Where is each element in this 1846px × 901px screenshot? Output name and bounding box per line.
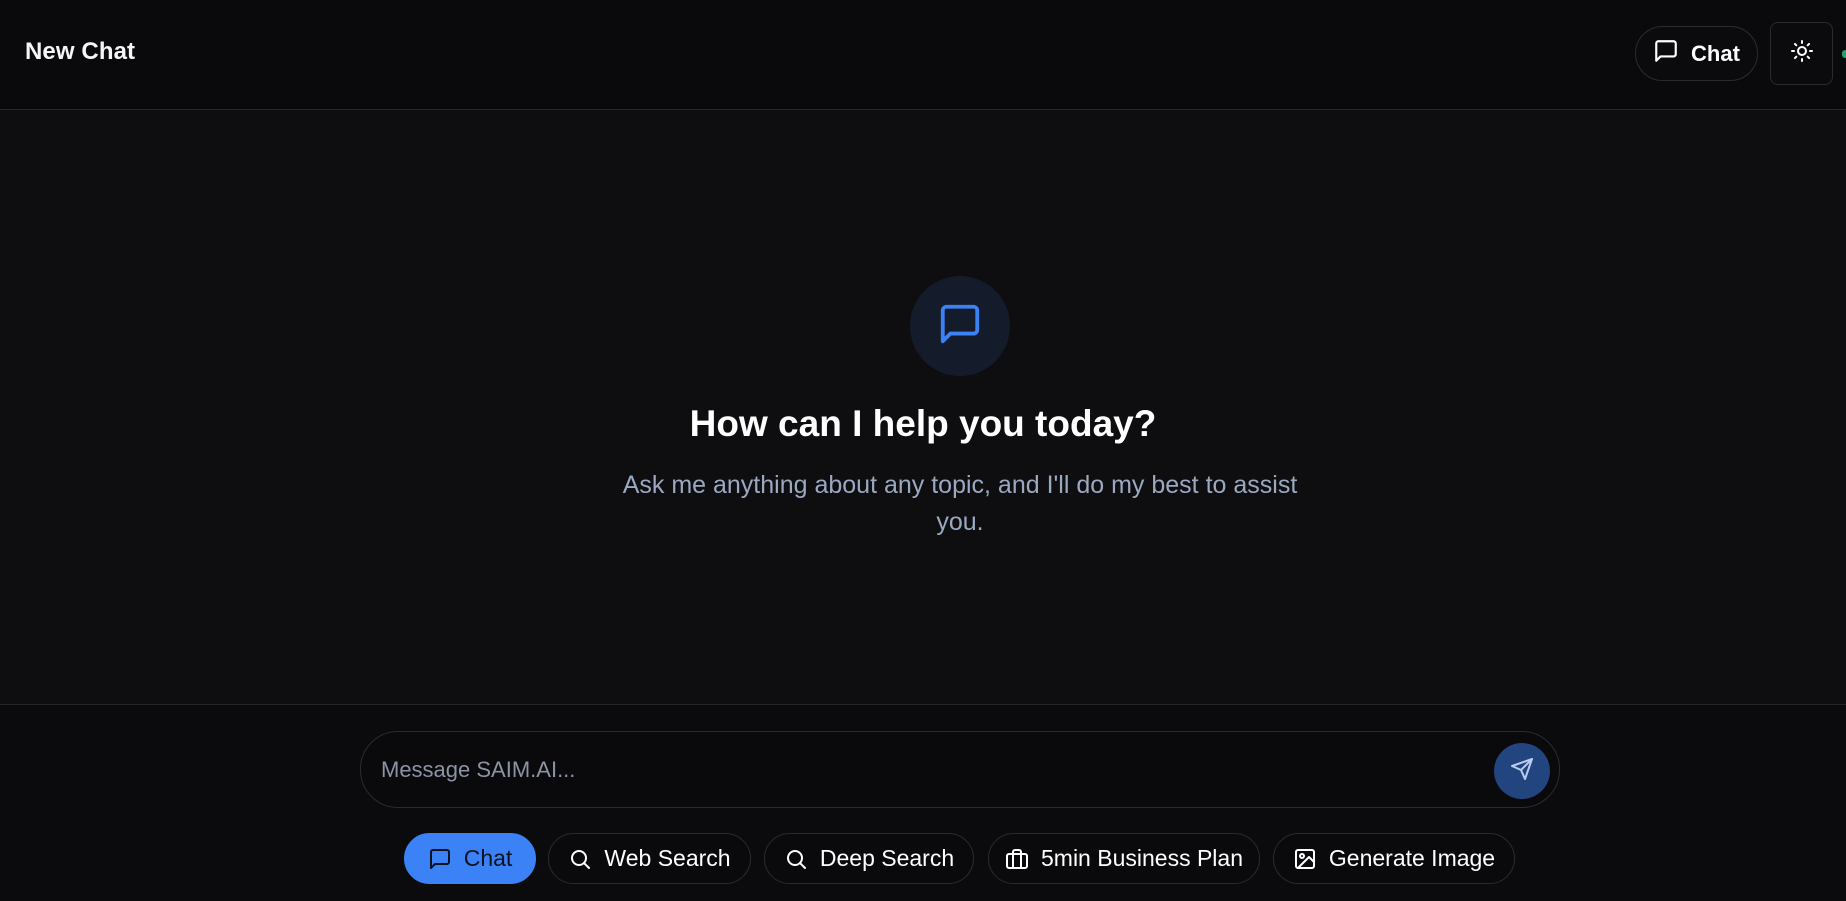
image-icon [1293, 847, 1317, 871]
mode-chip-label: Chat [463, 845, 513, 871]
send-button[interactable] [1494, 743, 1550, 799]
top-header: New Chat Chat [0, 0, 1846, 110]
chat-empty-state: How can I help you today? Ask me anythin… [0, 111, 1846, 704]
message-square-icon [1653, 38, 1679, 69]
chat-mode-label: Chat [1691, 40, 1740, 66]
mode-chip-label: Deep Search [819, 845, 955, 871]
mode-chip-label: Web Search [604, 845, 731, 871]
mode-chip-label: 5min Business Plan [1041, 845, 1243, 871]
mode-chip-business-plan[interactable]: 5min Business Plan [988, 833, 1260, 884]
search-icon [784, 847, 808, 871]
welcome-heading: How can I help you today? [689, 403, 1157, 444]
message-square-icon [937, 301, 983, 352]
mode-chip-web-search[interactable]: Web Search [548, 833, 751, 884]
sun-icon [1790, 39, 1814, 68]
hero-icon-badge [910, 276, 1010, 376]
mode-chip-generate-image[interactable]: Generate Image [1273, 833, 1515, 884]
message-input-container [360, 731, 1560, 808]
message-input[interactable] [379, 746, 1479, 794]
send-icon [1510, 757, 1534, 786]
mode-chip-chat[interactable]: Chat [404, 833, 536, 884]
mode-chips: Chat Web Search Deep Search 5min Busines… [0, 833, 1846, 885]
mode-chip-label: Generate Image [1328, 845, 1496, 871]
welcome-subtitle: Ask me anything about any topic, and I'l… [622, 471, 1298, 536]
chat-mode-button[interactable]: Chat [1635, 26, 1758, 81]
composer-area: Chat Web Search Deep Search [0, 704, 1846, 901]
theme-toggle-button[interactable] [1770, 22, 1833, 85]
message-square-icon [428, 847, 452, 871]
briefcase-icon [1005, 847, 1029, 871]
mode-chip-deep-search[interactable]: Deep Search [764, 833, 974, 884]
status-dot [1842, 50, 1846, 58]
page-title: New Chat [25, 38, 136, 65]
search-icon [568, 847, 592, 871]
